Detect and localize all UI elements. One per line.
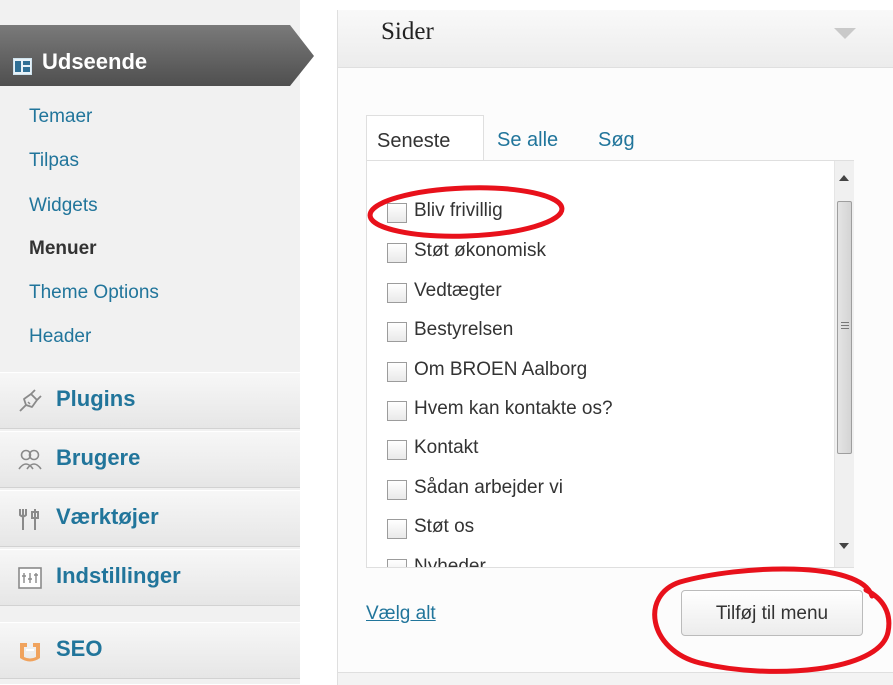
menu-item-users-label: Brugere: [56, 445, 141, 470]
plugin-icon: [19, 389, 42, 412]
menu-item-users[interactable]: Brugere: [0, 431, 300, 488]
tab-search-label: Søg: [598, 129, 635, 151]
menu-item-seo[interactable]: SEO: [0, 622, 300, 679]
seo-icon: [20, 643, 40, 662]
tools-icon: [19, 509, 39, 530]
menu-item-plugins-label: Plugins: [56, 386, 136, 411]
page-checkbox[interactable]: [387, 480, 407, 500]
menu-item-settings[interactable]: Indstillinger: [0, 549, 300, 606]
page-checkbox[interactable]: [387, 519, 407, 539]
select-all-link[interactable]: Vælg alt: [366, 603, 436, 625]
tab-search[interactable]: Søg: [598, 115, 648, 161]
page-label[interactable]: Bestyrelsen: [414, 319, 513, 341]
tab-recent[interactable]: Seneste: [366, 115, 484, 161]
submenu-item-themes[interactable]: Temaer: [29, 106, 92, 128]
submenu-item-customize[interactable]: Tilpas: [29, 150, 79, 172]
pages-panel-title: Sider: [381, 18, 434, 45]
pages-checklist: Bliv frivillig Støt økonomisk Vedtægter …: [366, 160, 854, 568]
submenu-item-widgets[interactable]: Widgets: [29, 195, 98, 217]
tab-view-all-label: Se alle: [497, 129, 559, 151]
page-checkbox[interactable]: [387, 203, 407, 223]
page-label[interactable]: Bliv frivillig: [414, 200, 503, 222]
scrollbar-grip-icon: [841, 322, 849, 330]
scroll-up-arrow-icon[interactable]: [839, 175, 849, 181]
page-checkbox[interactable]: [387, 559, 407, 567]
appearance-icon: [13, 58, 32, 75]
scrollbar-thumb[interactable]: [837, 201, 852, 454]
page-label[interactable]: Sådan arbejder vi: [414, 477, 563, 499]
panel-toggle-arrow-icon[interactable]: [834, 28, 856, 39]
submenu-item-theme-options[interactable]: Theme Options: [29, 282, 159, 304]
page-checkbox[interactable]: [387, 440, 407, 460]
admin-sidebar: Udseende Temaer Tilpas Widgets Menuer Th…: [0, 0, 314, 684]
page-label[interactable]: Om BROEN Aalborg: [414, 359, 587, 381]
pages-panel-header[interactable]: Sider: [337, 10, 893, 68]
menu-item-seo-label: SEO: [56, 636, 103, 661]
page-label[interactable]: Støt økonomisk: [414, 240, 546, 262]
page-checkbox[interactable]: [387, 243, 407, 263]
submenu-item-menus[interactable]: Menuer: [29, 238, 97, 260]
page-label[interactable]: Kontakt: [414, 437, 478, 459]
menu-item-plugins[interactable]: Plugins: [0, 372, 300, 429]
page-checkbox[interactable]: [387, 322, 407, 342]
submenu-item-header[interactable]: Header: [29, 326, 91, 348]
tab-recent-label: Seneste: [377, 130, 451, 152]
list-scrollbar[interactable]: [834, 161, 854, 567]
users-icon: [18, 449, 42, 470]
menu-item-tools-label: Værktøjer: [56, 504, 159, 529]
tab-view-all[interactable]: Se alle: [497, 115, 577, 161]
menu-item-appearance[interactable]: Udseende: [0, 10, 314, 86]
scroll-down-arrow-icon[interactable]: [839, 543, 849, 549]
menu-item-tools[interactable]: Værktøjer: [0, 490, 300, 547]
page-checkbox[interactable]: [387, 401, 407, 421]
page-label[interactable]: Hvem kan kontakte os?: [414, 398, 613, 420]
page-checkbox[interactable]: [387, 362, 407, 382]
page-label[interactable]: Nyheder: [414, 556, 486, 567]
settings-icon: [18, 567, 42, 589]
menu-item-settings-label: Indstillinger: [56, 563, 181, 588]
panel-divider: [337, 672, 893, 685]
add-to-menu-button[interactable]: Tilføj til menu: [681, 590, 863, 636]
page-label[interactable]: Vedtægter: [414, 280, 502, 302]
page-checkbox[interactable]: [387, 283, 407, 303]
page-label[interactable]: Støt os: [414, 516, 474, 538]
menu-item-appearance-label: Udseende: [42, 49, 148, 74]
